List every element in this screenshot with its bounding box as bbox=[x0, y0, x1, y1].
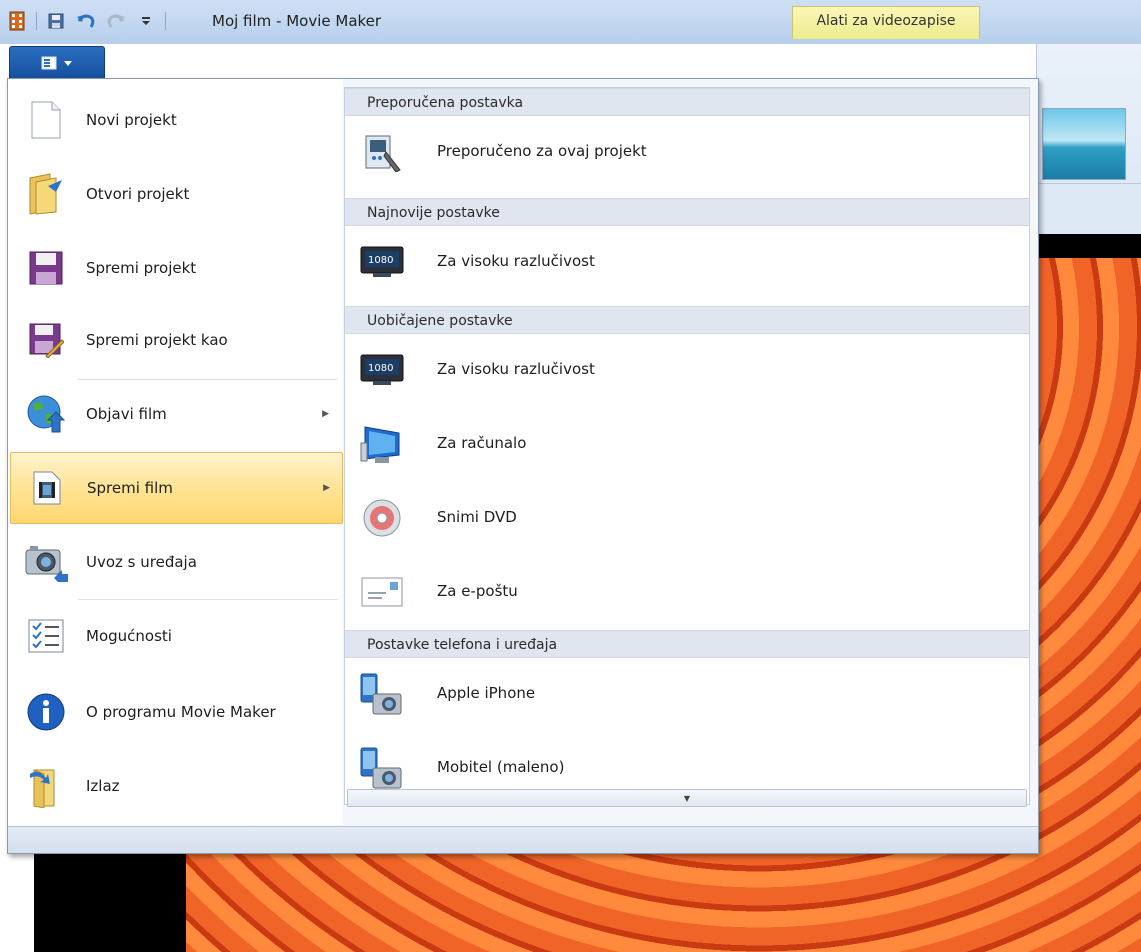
submenu-item-email[interactable]: Za e-poštu bbox=[345, 556, 1029, 628]
menu-separator bbox=[78, 599, 338, 600]
app-menu-icon bbox=[41, 56, 57, 70]
chevron-down-icon bbox=[64, 61, 72, 66]
submenu-item-label: Za računalo bbox=[437, 434, 527, 452]
submenu-arrow-icon: ▶ bbox=[323, 483, 330, 493]
menu-item-options[interactable]: Mogućnosti bbox=[10, 601, 341, 671]
svg-text:1080: 1080 bbox=[368, 255, 393, 266]
publish-globe-icon bbox=[24, 392, 68, 436]
submenu-item-label: Za visoku razlučivost bbox=[437, 360, 595, 378]
submenu-item-burn-dvd[interactable]: Snimi DVD bbox=[345, 482, 1029, 554]
new-document-icon bbox=[24, 98, 68, 142]
phone-device-icon bbox=[359, 672, 405, 716]
section-header: Uobičajene postavke bbox=[345, 306, 1029, 334]
svg-text:1080: 1080 bbox=[368, 363, 393, 374]
menu-item-label: Spremi projekt bbox=[86, 259, 197, 277]
save-as-icon bbox=[24, 318, 68, 362]
submenu-item-label: Snimi DVD bbox=[437, 508, 517, 526]
submenu-item-high-definition[interactable]: 1080 Za visoku razlučivost bbox=[345, 334, 1029, 406]
save-icon[interactable] bbox=[45, 10, 67, 32]
separator bbox=[36, 12, 37, 30]
recommended-settings-icon bbox=[359, 130, 405, 174]
menu-item-label: Izlaz bbox=[86, 777, 120, 795]
submenu-item-label: Preporučeno za ovaj projekt bbox=[437, 142, 647, 160]
email-envelope-icon bbox=[359, 570, 405, 614]
exit-icon bbox=[24, 764, 68, 808]
quick-access-toolbar bbox=[6, 8, 166, 34]
menu-item-save-project[interactable]: Spremi projekt bbox=[10, 233, 341, 303]
submenu-item-label: Za visoku razlučivost bbox=[437, 252, 595, 270]
application-menu: Novi projekt Otvori projekt Spremi proje… bbox=[7, 78, 1039, 854]
save-movie-submenu: Preporučena postavka Preporučeno za ovaj… bbox=[344, 87, 1030, 805]
submenu-scroll-down-button[interactable]: ▼ bbox=[347, 789, 1027, 807]
dvd-disc-icon bbox=[359, 496, 405, 540]
title-bar: Moj film - Movie Maker Alati za videozap… bbox=[0, 0, 1141, 44]
chevron-down-icon: ▼ bbox=[683, 793, 691, 803]
menu-item-save-project-as[interactable]: Spremi projekt kao bbox=[10, 305, 341, 375]
menu-item-label: Spremi film bbox=[87, 479, 173, 497]
app-menu-commands: Novi projekt Otvori projekt Spremi proje… bbox=[8, 79, 343, 825]
menu-item-label: Otvori projekt bbox=[86, 185, 190, 203]
menu-item-label: Objavi film bbox=[86, 405, 167, 423]
submenu-arrow-icon: ▶ bbox=[322, 409, 329, 419]
save-movie-icon bbox=[25, 466, 69, 510]
submenu-item-apple-iphone[interactable]: Apple iPhone bbox=[345, 658, 1029, 730]
menu-item-label: O programu Movie Maker bbox=[86, 703, 276, 721]
menu-item-label: Uvoz s uređaja bbox=[86, 553, 197, 571]
menu-item-label: Mogućnosti bbox=[86, 627, 172, 645]
section-header: Preporučena postavka bbox=[345, 88, 1029, 116]
redo-icon[interactable] bbox=[105, 10, 127, 32]
video-tools-context-tab[interactable]: Alati za videozapise bbox=[792, 6, 980, 39]
section-header: Najnovije postavke bbox=[345, 198, 1029, 226]
hd-1080-icon: 1080 bbox=[359, 240, 405, 284]
open-folder-icon bbox=[24, 172, 68, 216]
menu-item-publish-movie[interactable]: Objavi film ▶ bbox=[10, 379, 341, 449]
save-disk-icon bbox=[24, 246, 68, 290]
import-camera-icon bbox=[24, 540, 68, 584]
submenu-item-high-definition-recent[interactable]: 1080 Za visoku razlučivost bbox=[345, 226, 1029, 298]
section-header: Postavke telefona i uređaja bbox=[345, 630, 1029, 658]
app-menu-footer bbox=[8, 826, 1038, 853]
video-thumbnail[interactable] bbox=[1042, 108, 1126, 180]
submenu-item-label: Apple iPhone bbox=[437, 684, 536, 702]
menu-item-about[interactable]: O programu Movie Maker bbox=[10, 677, 341, 747]
options-checklist-icon bbox=[24, 614, 68, 658]
submenu-item-recommended[interactable]: Preporučeno za ovaj projekt bbox=[345, 116, 1029, 188]
phone-device-icon bbox=[359, 746, 405, 790]
ribbon-strip bbox=[1036, 183, 1141, 235]
hd-1080-icon: 1080 bbox=[359, 348, 405, 392]
submenu-item-label: Za e-poštu bbox=[437, 582, 518, 600]
menu-item-import-from-device[interactable]: Uvoz s uređaja bbox=[10, 527, 341, 597]
undo-icon[interactable] bbox=[75, 10, 97, 32]
menu-item-label: Novi projekt bbox=[86, 111, 177, 129]
menu-item-open-project[interactable]: Otvori projekt bbox=[10, 159, 341, 229]
menu-item-label: Spremi projekt kao bbox=[86, 331, 228, 349]
customize-toolbar-dropdown-icon[interactable] bbox=[135, 10, 157, 32]
submenu-item-computer[interactable]: Za računalo bbox=[345, 408, 1029, 480]
submenu-item-label: Mobitel (maleno) bbox=[437, 758, 565, 776]
menu-item-new-project[interactable]: Novi projekt bbox=[10, 85, 341, 155]
menu-item-save-movie[interactable]: Spremi film ▶ bbox=[10, 452, 343, 524]
computer-monitor-icon bbox=[359, 422, 405, 466]
separator bbox=[165, 12, 166, 30]
window-title: Moj film - Movie Maker bbox=[212, 12, 382, 30]
app-menu-button[interactable] bbox=[9, 46, 105, 80]
menu-item-exit[interactable]: Izlaz bbox=[10, 751, 341, 821]
info-icon bbox=[24, 690, 68, 734]
movie-maker-app-icon[interactable] bbox=[6, 10, 28, 32]
